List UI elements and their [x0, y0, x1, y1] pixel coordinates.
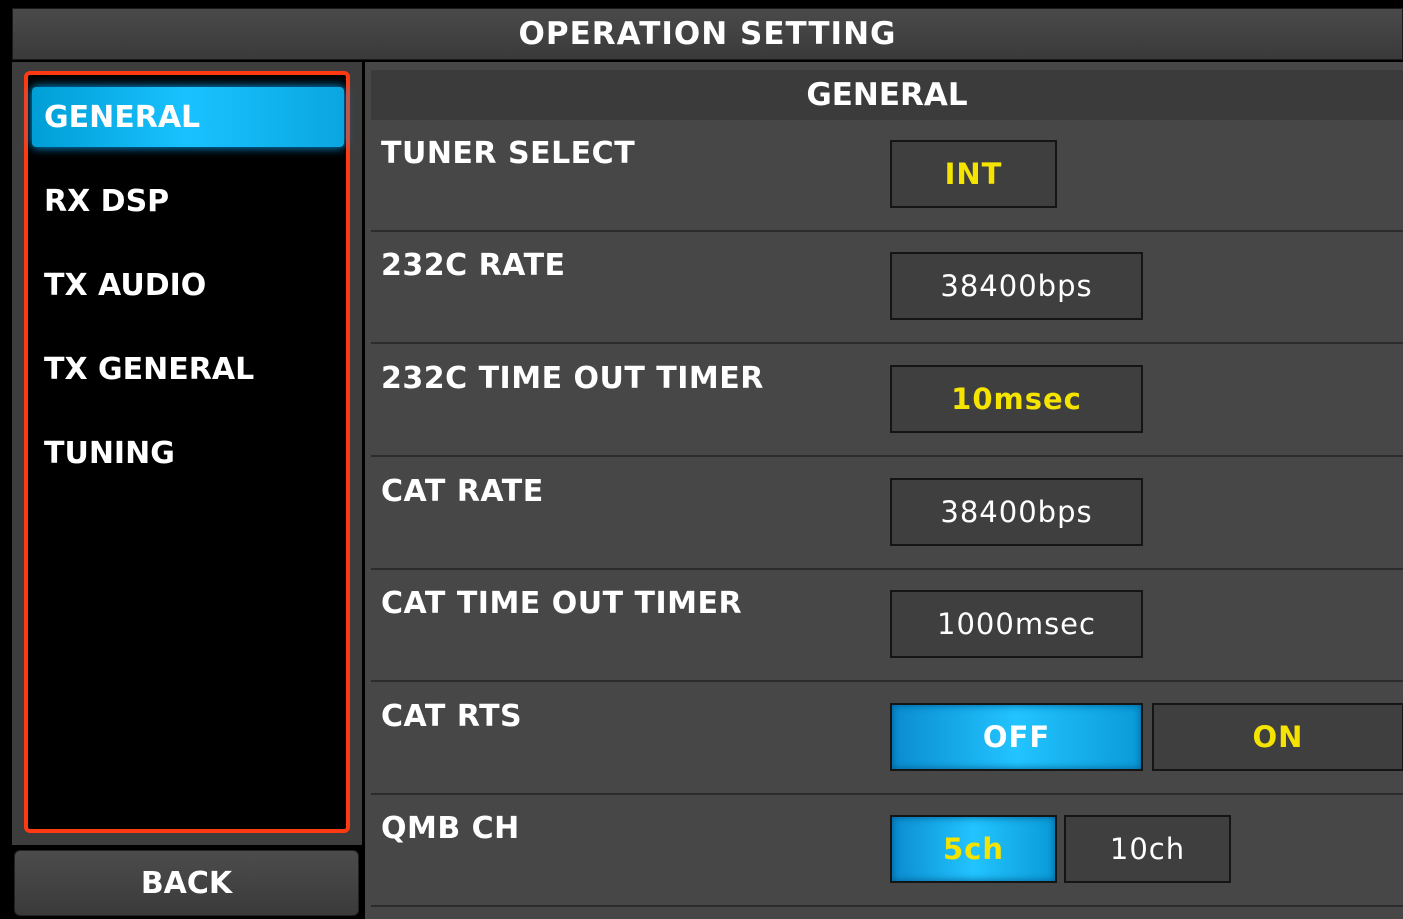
setting-label: 232C TIME OUT TIMER — [381, 361, 764, 396]
qmb-ch-10ch-option[interactable]: 10ch — [1064, 815, 1231, 883]
cat-timeout-value[interactable]: 1000msec — [890, 590, 1143, 658]
setting-row-232c-timeout: 232C TIME OUT TIMER 10msec — [371, 345, 1403, 457]
setting-row-232c-rate: 232C RATE 38400bps — [371, 232, 1403, 344]
setting-label: CAT TIME OUT TIMER — [381, 586, 743, 621]
back-button[interactable]: BACK — [14, 850, 359, 916]
232c-timeout-value[interactable]: 10msec — [890, 365, 1143, 433]
setting-row-tuner-select: TUNER SELECT INT — [371, 120, 1403, 232]
setting-label: 232C RATE — [381, 248, 566, 283]
setting-row-qmb-ch: QMB CH 5ch 10ch — [371, 795, 1403, 907]
sidebar-item-tx-audio[interactable]: TX AUDIO — [32, 255, 344, 315]
sidebar-menu: GENERAL RX DSP TX AUDIO TX GENERAL TUNIN… — [24, 71, 350, 833]
sidebar-item-general[interactable]: GENERAL — [32, 87, 344, 147]
232c-rate-value[interactable]: 38400bps — [890, 252, 1143, 320]
cat-rts-off-option[interactable]: OFF — [890, 703, 1143, 771]
sidebar-item-tuning[interactable]: TUNING — [32, 423, 344, 483]
setting-label: CAT RATE — [381, 474, 544, 509]
cat-rate-value[interactable]: 38400bps — [890, 478, 1143, 546]
tuner-select-value[interactable]: INT — [890, 140, 1057, 208]
settings-panel: GENERAL TUNER SELECT INT 232C RATE 38400… — [365, 62, 1403, 919]
section-title: GENERAL — [371, 70, 1403, 120]
window-title: OPERATION SETTING — [12, 8, 1403, 60]
setting-row-cat-rate: CAT RATE 38400bps — [371, 458, 1403, 570]
sidebar-item-rx-dsp[interactable]: RX DSP — [32, 171, 344, 231]
setting-label: QMB CH — [381, 811, 520, 846]
setting-row-cat-timeout: CAT TIME OUT TIMER 1000msec — [371, 570, 1403, 682]
setting-row-cat-rts: CAT RTS OFF ON — [371, 683, 1403, 795]
cat-rts-on-option[interactable]: ON — [1152, 703, 1403, 771]
setting-label: CAT RTS — [381, 699, 523, 734]
qmb-ch-5ch-option[interactable]: 5ch — [890, 815, 1057, 883]
sidebar-item-tx-general[interactable]: TX GENERAL — [32, 339, 344, 399]
setting-label: TUNER SELECT — [381, 136, 636, 171]
